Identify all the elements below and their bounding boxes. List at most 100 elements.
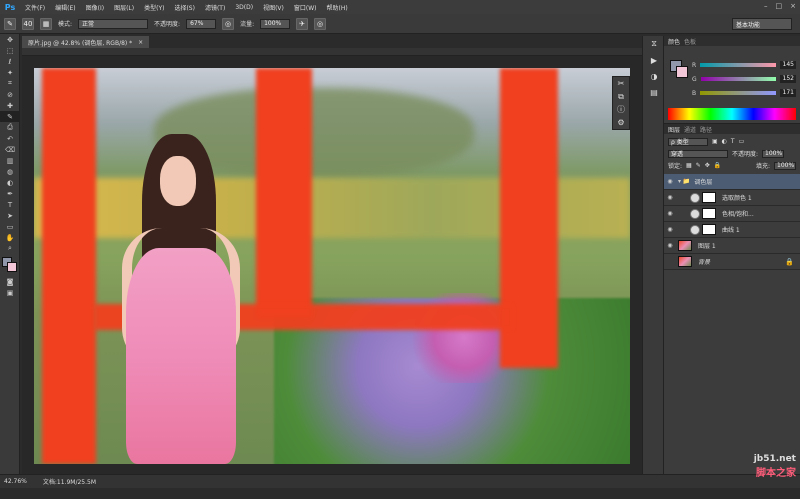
visibility-eye-icon[interactable]: ◉ xyxy=(664,194,676,201)
blue-value[interactable]: 171 xyxy=(780,89,796,97)
blend-mode-select[interactable]: 穿透 xyxy=(668,149,728,158)
path-select-icon[interactable]: ➤ xyxy=(0,210,20,221)
history-panel-icon[interactable]: ⧖ xyxy=(643,36,665,52)
document-image[interactable] xyxy=(34,68,630,464)
brush-size-display[interactable]: 40 xyxy=(22,17,34,30)
visibility-eye-icon[interactable]: ◉ xyxy=(664,226,676,233)
layer-filter-select[interactable]: ρ 类型 xyxy=(668,137,708,146)
zoom-level[interactable]: 42.76% xyxy=(4,478,27,485)
menu-layer[interactable]: 图层(L) xyxy=(109,3,139,12)
folder-icon[interactable]: ▾ 📁 xyxy=(678,178,690,185)
flow-input[interactable]: 100% xyxy=(260,18,291,29)
filter-pixel-icon[interactable]: ▣ xyxy=(712,138,718,145)
menu-select[interactable]: 选择(S) xyxy=(169,3,200,12)
menu-image[interactable]: 图像(I) xyxy=(81,3,109,12)
scissors-icon[interactable]: ✂ xyxy=(613,77,629,90)
canvas-area[interactable] xyxy=(22,56,642,474)
brush-icon[interactable]: ✎ xyxy=(0,111,20,122)
marquee-icon[interactable]: ⬚ xyxy=(0,45,20,56)
layer-opacity-input[interactable]: 100% xyxy=(762,149,785,158)
layer-row-hue-saturation[interactable]: ◉ 色相/饱和... xyxy=(664,206,800,222)
airbrush-icon[interactable]: ✈ xyxy=(296,17,309,30)
red-slider-row[interactable]: R 145 xyxy=(692,60,796,70)
history-icon[interactable]: ↶ xyxy=(0,133,20,144)
healing-icon[interactable]: ✚ xyxy=(0,100,20,111)
layer-thumbnail[interactable] xyxy=(678,240,692,251)
menu-filter[interactable]: 滤镜(T) xyxy=(200,3,230,12)
minimize-icon[interactable]: – xyxy=(764,2,768,10)
pen-icon[interactable]: ✒ xyxy=(0,188,20,199)
close-window-icon[interactable]: × xyxy=(790,2,796,10)
layer-mask-thumbnail[interactable] xyxy=(702,208,716,219)
filter-adjust-icon[interactable]: ◐ xyxy=(722,138,727,145)
background-color-swatch[interactable] xyxy=(7,262,17,272)
pressure-size-icon[interactable]: ◎ xyxy=(314,17,327,30)
visibility-eye-icon[interactable]: ◉ xyxy=(664,210,676,217)
layer-mask-thumbnail[interactable] xyxy=(702,224,716,235)
menu-type[interactable]: 类型(Y) xyxy=(139,3,169,12)
menu-window[interactable]: 窗口(W) xyxy=(289,3,322,12)
workspace-select[interactable]: 基本功能 xyxy=(732,18,792,30)
close-document-icon[interactable]: × xyxy=(138,39,143,46)
tab-color[interactable]: 颜色 xyxy=(668,37,680,46)
filter-shape-icon[interactable]: ▭ xyxy=(739,138,745,145)
info-icon[interactable]: ⓘ xyxy=(613,103,629,116)
layer-row-selective-color[interactable]: ◉ 选取颜色 1 xyxy=(664,190,800,206)
properties-icon[interactable]: ⚙ xyxy=(613,116,629,129)
tab-layers[interactable]: 图层 xyxy=(668,125,680,134)
lock-transparent-icon[interactable]: ▦ xyxy=(686,162,692,169)
dodge-icon[interactable]: ◐ xyxy=(0,177,20,188)
mode-select[interactable]: 正常 xyxy=(78,18,149,29)
zoom-icon[interactable]: ⌕ xyxy=(0,243,20,254)
tab-paths[interactable]: 路径 xyxy=(700,125,712,134)
styles-panel-icon[interactable]: ▤ xyxy=(643,84,665,100)
clone-source-icon[interactable]: ⧉ xyxy=(613,90,629,103)
quick-mask-icon[interactable]: ◙ xyxy=(0,276,20,287)
screen-mode-icon[interactable]: ▣ xyxy=(0,287,20,298)
document-info[interactable]: 文档:11.9M/25.5M xyxy=(43,477,96,486)
layer-thumbnail[interactable] xyxy=(678,256,692,267)
green-slider-row[interactable]: G 152 xyxy=(692,74,796,84)
shape-icon[interactable]: ▭ xyxy=(0,221,20,232)
blue-slider-row[interactable]: B 171 xyxy=(692,88,796,98)
lock-move-icon[interactable]: ✥ xyxy=(705,162,710,169)
red-slider[interactable] xyxy=(700,63,776,67)
green-slider[interactable] xyxy=(700,77,776,81)
move-icon[interactable]: ✥ xyxy=(0,34,20,45)
type-icon[interactable]: T xyxy=(0,199,20,210)
menu-help[interactable]: 帮助(H) xyxy=(322,3,353,12)
adjustments-panel-icon[interactable]: ◑ xyxy=(643,68,665,84)
blue-slider[interactable] xyxy=(700,91,776,95)
tab-channels[interactable]: 通道 xyxy=(684,125,696,134)
actions-panel-icon[interactable]: ▶ xyxy=(643,52,665,68)
lasso-icon[interactable]: ℓ xyxy=(0,56,20,67)
hand-icon[interactable]: ✋ xyxy=(0,232,20,243)
bg-color-chip[interactable] xyxy=(676,66,688,78)
lock-paint-icon[interactable]: ✎ xyxy=(696,162,701,169)
layer-row-layer1[interactable]: ◉ 图层 1 xyxy=(664,238,800,254)
layer-mask-thumbnail[interactable] xyxy=(702,192,716,203)
crop-icon[interactable]: ⌗ xyxy=(0,78,20,89)
color-spectrum[interactable] xyxy=(668,108,796,120)
layer-row-group[interactable]: ◉ ▾ 📁 调色层 xyxy=(664,174,800,190)
color-swatches[interactable] xyxy=(0,254,20,276)
layer-row-curves[interactable]: ◉ 曲线 1 xyxy=(664,222,800,238)
eyedropper-icon[interactable]: ⊘ xyxy=(0,89,20,100)
document-tab[interactable]: 原片.jpg @ 42.8% (调色层, RGB/8) * × xyxy=(22,36,150,48)
lock-all-icon[interactable]: 🔒 xyxy=(714,162,721,169)
visibility-eye-icon[interactable]: ◉ xyxy=(664,242,676,249)
wand-icon[interactable]: ✦ xyxy=(0,67,20,78)
green-value[interactable]: 152 xyxy=(780,75,796,83)
menu-view[interactable]: 视图(V) xyxy=(258,3,289,12)
filter-type-icon[interactable]: T xyxy=(731,138,735,145)
menu-edit[interactable]: 编辑(E) xyxy=(50,3,80,12)
brush-preset-icon[interactable]: ✎ xyxy=(4,17,16,30)
visibility-eye-icon[interactable]: ◉ xyxy=(664,178,676,185)
menu-file[interactable]: 文件(F) xyxy=(20,3,50,12)
tab-swatches[interactable]: 色板 xyxy=(684,37,696,46)
stamp-icon[interactable]: ⎙ xyxy=(0,122,20,133)
blur-icon[interactable]: ◍ xyxy=(0,166,20,177)
menu-3d[interactable]: 3D(D) xyxy=(230,4,258,11)
brush-panel-icon[interactable]: ▦ xyxy=(40,17,52,30)
gradient-icon[interactable]: ▥ xyxy=(0,155,20,166)
